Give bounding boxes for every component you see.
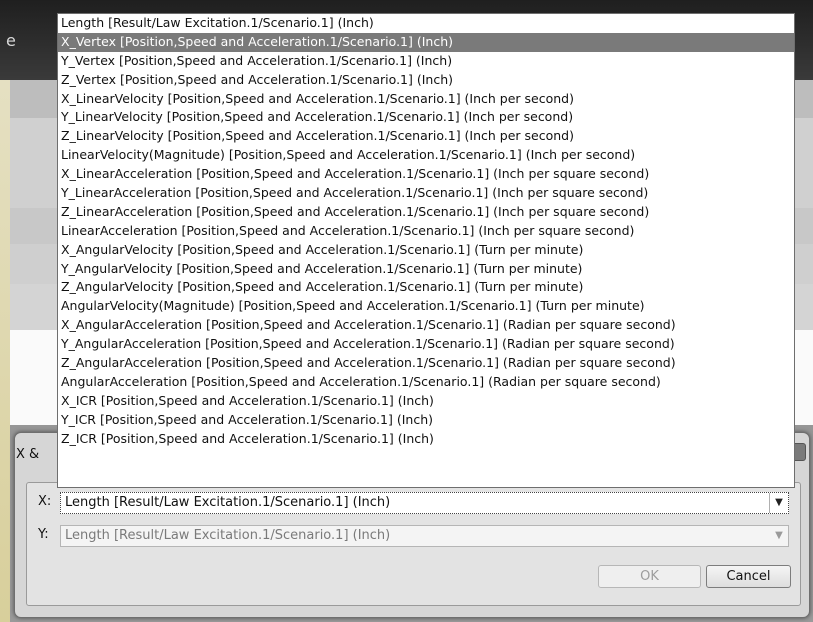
dropdown-option[interactable]: X_ICR [Position,Speed and Acceleration.1… — [58, 392, 794, 411]
y-axis-select-value: Length [Result/Law Excitation.1/Scenario… — [65, 528, 391, 543]
dropdown-option[interactable]: LinearAcceleration [Position,Speed and A… — [58, 222, 794, 241]
dropdown-option[interactable]: Z_AngularAcceleration [Position,Speed an… — [58, 354, 794, 373]
x-axis-select[interactable]: Length [Result/Law Excitation.1/Scenario… — [60, 492, 789, 514]
chevron-down-icon[interactable]: ▼ — [769, 493, 788, 513]
dropdown-option[interactable]: X_AngularAcceleration [Position,Speed an… — [58, 316, 794, 335]
dropdown-option[interactable]: Y_Vertex [Position,Speed and Acceleratio… — [58, 52, 794, 71]
dropdown-option[interactable]: Z_Vertex [Position,Speed and Acceleratio… — [58, 71, 794, 90]
dropdown-option[interactable]: LinearVelocity(Magnitude) [Position,Spee… — [58, 146, 794, 165]
x-axis-label: X: — [38, 494, 52, 509]
dropdown-option[interactable]: X_AngularVelocity [Position,Speed and Ac… — [58, 241, 794, 260]
ok-button[interactable]: OK — [598, 565, 701, 588]
x-axis-select-value: Length [Result/Law Excitation.1/Scenario… — [65, 495, 391, 510]
x-axis-dropdown-list[interactable]: Length [Result/Law Excitation.1/Scenario… — [57, 13, 795, 488]
dropdown-option[interactable]: AngularAcceleration [Position,Speed and … — [58, 373, 794, 392]
dropdown-option[interactable]: Y_ICR [Position,Speed and Acceleration.1… — [58, 411, 794, 430]
dropdown-option[interactable]: X_LinearVelocity [Position,Speed and Acc… — [58, 90, 794, 109]
dropdown-option[interactable]: Y_LinearVelocity [Position,Speed and Acc… — [58, 108, 794, 127]
chevron-down-icon[interactable]: ▼ — [770, 526, 788, 546]
dropdown-option[interactable]: Length [Result/Law Excitation.1/Scenario… — [58, 14, 794, 33]
dropdown-option[interactable]: Z_ICR [Position,Speed and Acceleration.1… — [58, 430, 794, 449]
dropdown-option[interactable]: X_LinearAcceleration [Position,Speed and… — [58, 165, 794, 184]
dropdown-option[interactable]: Z_LinearVelocity [Position,Speed and Acc… — [58, 127, 794, 146]
background-title-text: e — [6, 31, 16, 50]
y-axis-label: Y: — [38, 527, 49, 542]
dropdown-option[interactable]: Y_AngularVelocity [Position,Speed and Ac… — [58, 260, 794, 279]
dropdown-option[interactable]: Y_AngularAcceleration [Position,Speed an… — [58, 335, 794, 354]
dialog-title: X & — [16, 447, 40, 462]
dropdown-option[interactable]: Z_AngularVelocity [Position,Speed and Ac… — [58, 278, 794, 297]
cancel-button[interactable]: Cancel — [706, 565, 791, 588]
dropdown-option[interactable]: Y_LinearAcceleration [Position,Speed and… — [58, 184, 794, 203]
dropdown-option[interactable]: AngularVelocity(Magnitude) [Position,Spe… — [58, 297, 794, 316]
dropdown-option[interactable]: X_Vertex [Position,Speed and Acceleratio… — [58, 32, 794, 52]
y-axis-select[interactable]: Length [Result/Law Excitation.1/Scenario… — [60, 525, 789, 547]
dropdown-option[interactable]: Z_LinearAcceleration [Position,Speed and… — [58, 203, 794, 222]
background-left-strip — [0, 80, 10, 622]
